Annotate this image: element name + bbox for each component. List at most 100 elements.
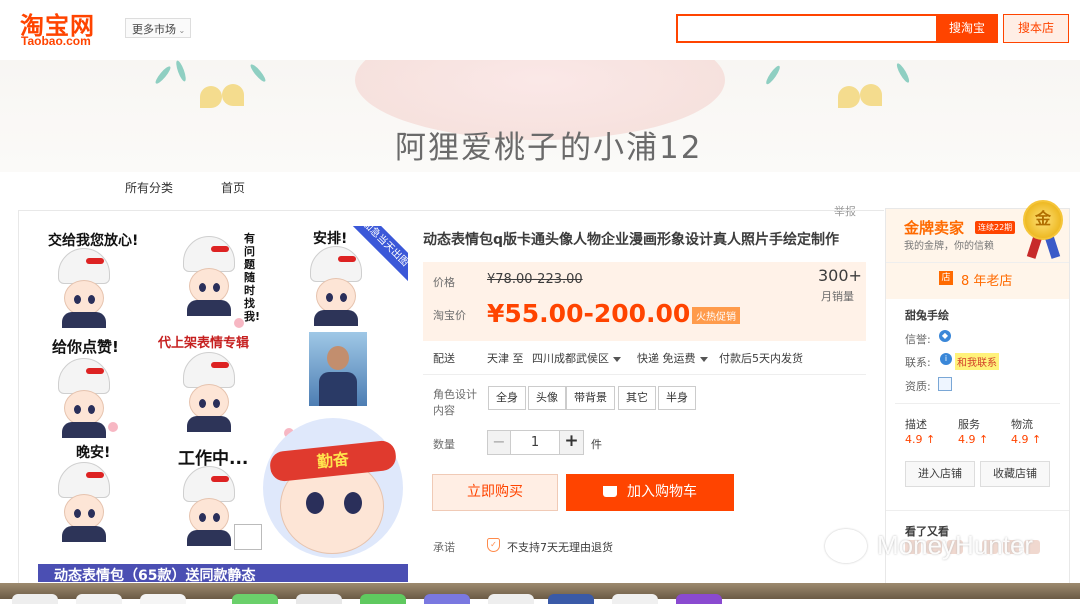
dock-app-icon[interactable]	[548, 594, 594, 604]
search-shop-button[interactable]: 搜本店	[1003, 14, 1069, 43]
eye	[340, 293, 347, 302]
sticker-caption: 代上架表情专辑	[158, 336, 250, 351]
shop-name[interactable]: 甜兔手绘	[905, 307, 949, 323]
helmet	[183, 236, 235, 272]
nav-home[interactable]: 首页	[221, 179, 245, 196]
helmet-logo	[86, 368, 104, 374]
quantity-label: 数量	[433, 438, 455, 451]
dock-app-icon[interactable]	[76, 594, 122, 604]
add-to-cart-button[interactable]: 加入购物车	[566, 474, 734, 511]
helmet-logo	[211, 476, 229, 482]
helmet	[310, 246, 362, 282]
dock-app-icon[interactable]	[140, 594, 186, 604]
dock-app-icon[interactable]	[676, 594, 722, 604]
wechat-watermark-icon	[825, 529, 867, 563]
eye	[88, 405, 95, 414]
sticker-character	[173, 236, 245, 316]
taobao-logo-subtext[interactable]: Taobao.com	[21, 34, 91, 48]
helmet	[58, 358, 110, 394]
butterfly-decoration	[838, 86, 860, 108]
eye	[326, 293, 333, 302]
helmet	[183, 352, 235, 388]
option-label: 角色设计	[433, 388, 477, 401]
option-half-body[interactable]: 半身	[658, 386, 696, 410]
promise-label: 承诺	[433, 541, 455, 554]
body	[62, 312, 106, 328]
quantity-decrease-button[interactable]: −	[487, 430, 511, 455]
product-main-image[interactable]: 加急当天出图 交给我您放心! 有问题随时找我! 安排! 给你点赞! 代上架表情专…	[38, 226, 408, 582]
search-taobao-button[interactable]: 搜淘宝	[936, 14, 998, 43]
quantity-unit: 件	[591, 438, 602, 451]
option-head[interactable]: 头像	[528, 386, 566, 410]
ship-to-dropdown[interactable]: 四川成都武侯区	[532, 350, 621, 366]
eye	[199, 513, 206, 522]
dock-app-icon[interactable]	[488, 594, 534, 604]
cart-icon	[603, 486, 617, 497]
dock-app-icon[interactable]	[12, 594, 58, 604]
face	[189, 384, 229, 420]
leaf-decoration	[764, 64, 782, 86]
score-service-label: 服务	[958, 418, 980, 431]
quantity-input[interactable]: 1	[511, 430, 559, 455]
dock-app-icon[interactable]	[296, 594, 342, 604]
sale-price-label: 淘宝价	[433, 309, 466, 322]
face	[64, 390, 104, 426]
body	[62, 526, 106, 542]
butterfly-decoration	[222, 84, 244, 106]
contact-seller-link[interactable]: 和我联系	[955, 353, 999, 370]
option-full-body[interactable]: 全身	[488, 386, 526, 410]
product-title: 动态表情包q版卡通头像人物企业漫画形象设计真人照片手绘定制作	[423, 232, 840, 248]
dock-app-icon[interactable]	[232, 594, 278, 604]
more-market-dropdown[interactable]: 更多市场 ⌄	[125, 18, 191, 38]
face	[189, 498, 229, 534]
dock-app-icon[interactable]	[612, 594, 658, 604]
body	[187, 300, 231, 316]
body	[314, 310, 358, 326]
enter-shop-button[interactable]: 进入店铺	[905, 461, 975, 487]
eye	[213, 283, 220, 292]
ship-from: 天津 至	[487, 352, 524, 365]
dispatch-time: 付款后5天内发货	[719, 352, 803, 365]
leaf-decoration	[174, 60, 188, 83]
divider	[423, 374, 866, 375]
sticker-caption: 给你点赞!	[52, 338, 119, 356]
credit-label: 信誉:	[905, 333, 931, 346]
option-with-background[interactable]: 带背景	[566, 386, 615, 410]
dock-app-icon[interactable]	[360, 594, 406, 604]
buy-now-button[interactable]: 立即购买	[432, 474, 558, 511]
more-market-label: 更多市场	[132, 23, 176, 36]
eye	[74, 405, 81, 414]
helmet	[58, 462, 110, 498]
nav-all-categories[interactable]: 所有分类	[125, 179, 173, 196]
os-dock	[0, 583, 1080, 604]
banner-shop-title: 阿狸爱桃子的小浦12	[395, 130, 703, 166]
express-dropdown[interactable]: 快递 免运费	[637, 350, 708, 366]
certificate-icon[interactable]	[938, 377, 952, 391]
sticker-character	[300, 246, 372, 326]
big-character-eye	[306, 492, 324, 514]
shop-banner[interactable]: 阿狸爱桃子的小浦12	[0, 60, 1080, 172]
helmet-logo	[86, 472, 104, 478]
big-character-eye	[344, 492, 362, 514]
helmet-logo	[86, 258, 104, 264]
butterfly-decoration	[860, 84, 882, 106]
flower-decoration	[234, 318, 244, 328]
credit-level-icon[interactable]: ◆	[939, 330, 951, 342]
favorite-shop-button[interactable]: 收藏店铺	[980, 461, 1050, 487]
dock-app-icon[interactable]	[424, 594, 470, 604]
add-to-cart-label: 加入购物车	[627, 484, 697, 500]
divider	[895, 403, 1060, 404]
divider	[886, 262, 1069, 263]
quantity-increase-button[interactable]: +	[559, 430, 584, 455]
helmet-logo	[338, 256, 356, 262]
option-other[interactable]: 其它	[618, 386, 656, 410]
body	[187, 530, 231, 546]
monthly-sales-count: 300+	[818, 266, 862, 285]
shop-icon: 店	[939, 271, 953, 285]
leaf-decoration	[153, 64, 173, 86]
score-logistics-label: 物流	[1011, 418, 1033, 431]
wangwang-icon[interactable]: i	[940, 353, 952, 365]
contact-label: 联系:	[905, 356, 931, 369]
eye	[88, 509, 95, 518]
search-input[interactable]	[678, 16, 936, 41]
